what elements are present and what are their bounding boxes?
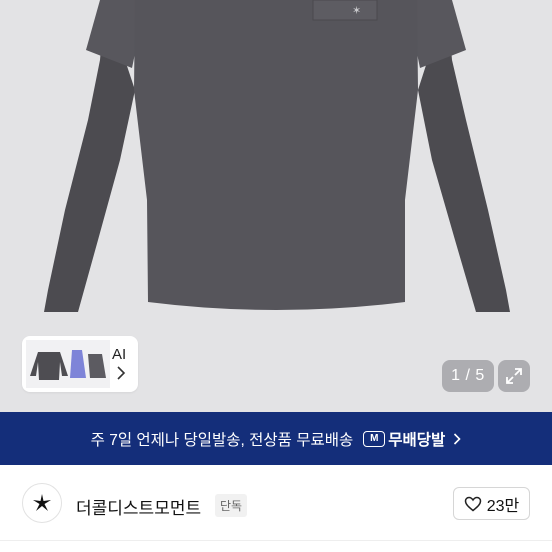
expand-icon: [506, 368, 522, 384]
alternate-images-card[interactable]: AI: [22, 336, 138, 392]
like-button[interactable]: 23만: [453, 487, 530, 520]
exclusive-badge: 단독: [215, 494, 248, 517]
brand-name[interactable]: 더콜디스트모먼트: [76, 494, 201, 519]
product-image-gallery[interactable]: ✶ AI 1 / 5: [0, 0, 552, 412]
truck-icon: M: [363, 430, 386, 447]
heart-icon: [464, 496, 481, 511]
svg-text:✶: ✶: [352, 4, 361, 17]
like-count: 23만: [486, 497, 520, 515]
star-logo-icon: [33, 494, 51, 511]
ai-label: AI: [112, 346, 127, 363]
color-thumbnails: [26, 340, 110, 388]
chevron-right-icon: [453, 432, 461, 445]
expand-button[interactable]: [498, 360, 530, 392]
divider: [0, 540, 552, 552]
chevron-right-icon: [117, 366, 126, 380]
shipping-banner[interactable]: 주 7일 언제나 당일발송, 전상품 무료배송 M 무배당발: [0, 412, 552, 465]
image-counter: 1 / 5: [442, 360, 494, 392]
free-shipping-badge: M 무배당발: [363, 428, 445, 450]
brand-logo[interactable]: [22, 483, 62, 523]
badge-label: 무배당발: [388, 431, 446, 449]
shipping-banner-text: 주 7일 언제나 당일발송, 전상품 무료배송: [90, 431, 354, 449]
